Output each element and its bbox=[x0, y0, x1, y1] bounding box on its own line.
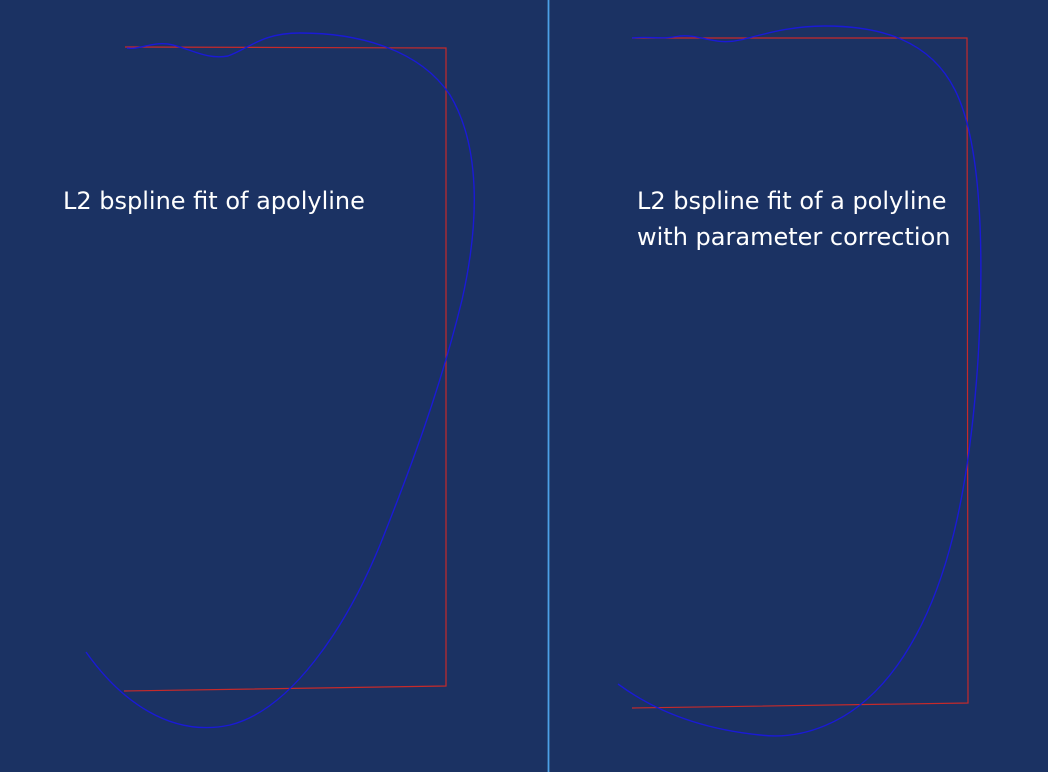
right-polyline bbox=[631, 37, 969, 709]
left-caption: L2 bspline fit of apolyline bbox=[63, 183, 365, 219]
right-bspline-curve bbox=[617, 25, 982, 737]
left-viewport[interactable]: L2 bspline fit of apolyline bbox=[0, 0, 548, 772]
right-caption-line-1: L2 bspline fit of a polyline bbox=[637, 187, 947, 215]
right-caption: L2 bspline fit of a polyline with parame… bbox=[637, 183, 950, 255]
right-caption-line-2: with parameter correction bbox=[637, 223, 951, 251]
left-bspline-curve bbox=[85, 32, 475, 729]
left-caption-line-1: L2 bspline fit of apolyline bbox=[63, 187, 365, 215]
right-scene bbox=[617, 25, 982, 737]
left-scene bbox=[85, 32, 475, 729]
left-polyline bbox=[123, 46, 447, 692]
right-viewport[interactable]: L2 bspline fit of a polyline with parame… bbox=[550, 0, 1048, 772]
